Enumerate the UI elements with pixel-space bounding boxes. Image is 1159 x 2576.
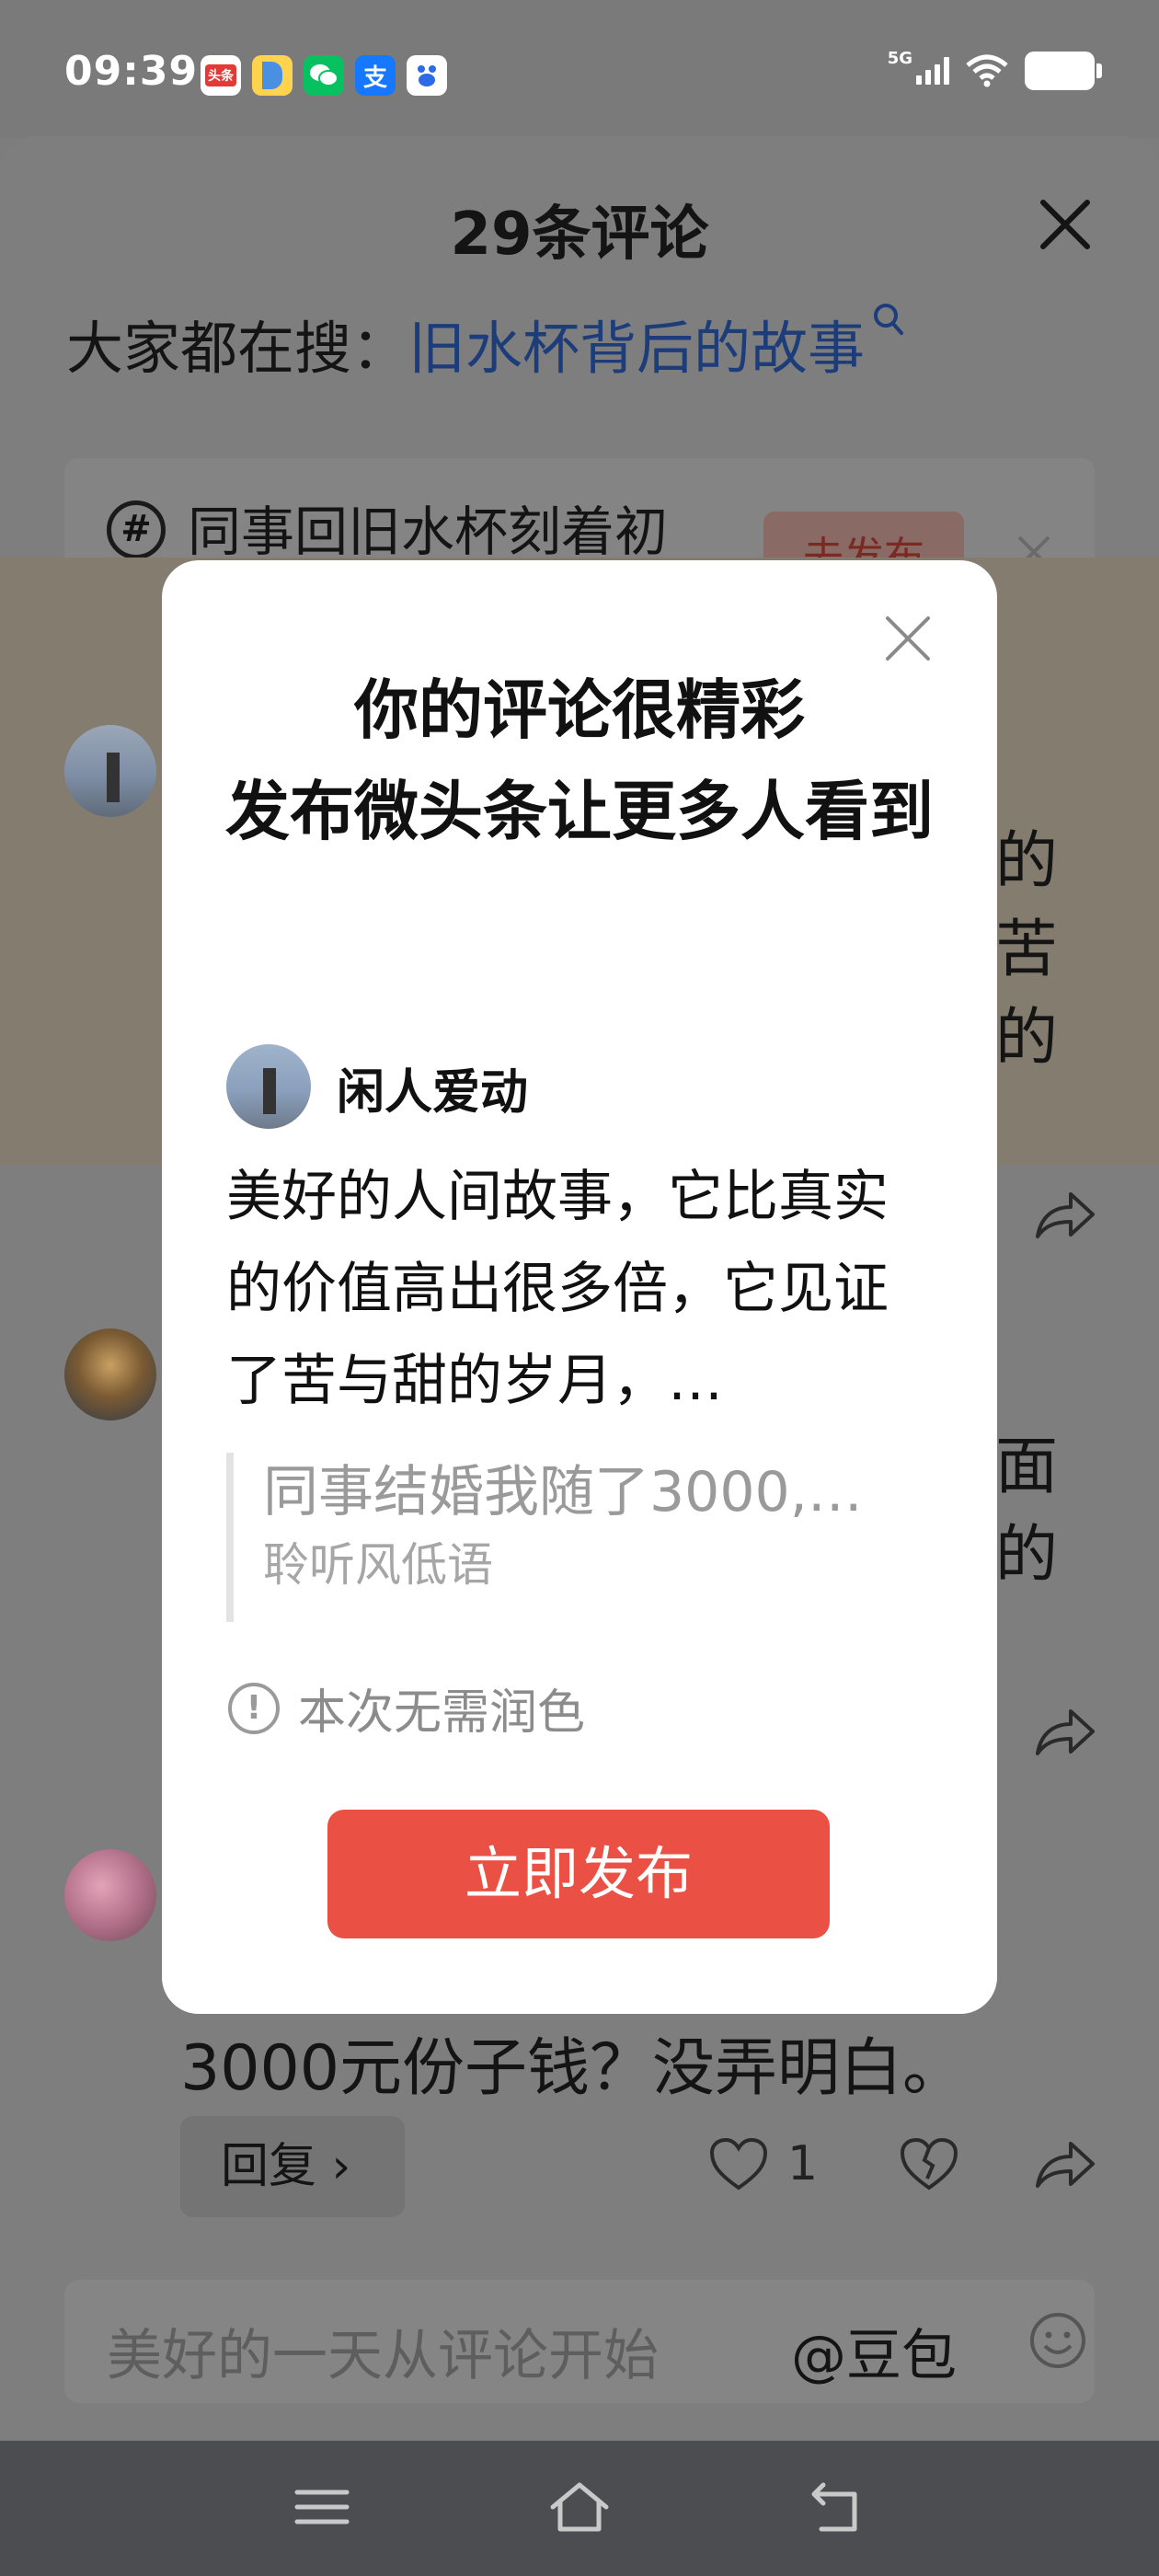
- toutiao-app-icon: 头条: [201, 55, 241, 96]
- like-count: 1: [787, 2136, 819, 2191]
- publish-now-button[interactable]: 立即发布: [327, 1810, 830, 1938]
- like-icon[interactable]: [708, 2136, 769, 2191]
- status-time: 09:39: [64, 48, 199, 95]
- alipay-app-icon: 支: [355, 55, 396, 96]
- share-icon[interactable]: [1032, 1704, 1096, 1759]
- quoted-article-author: 聆听风低语: [263, 1538, 493, 1592]
- publish-dialog: 你的评论很精彩 发布微头条让更多人看到 闲人爱动 美好的人间故事，它比真实的价值…: [162, 560, 997, 2014]
- comment-text-fragment: 苦: [995, 914, 1059, 986]
- dislike-icon[interactable]: [899, 2136, 959, 2191]
- comments-title: 29条评论: [450, 201, 709, 269]
- comment-text: 3000元份子钱？没弄明白。: [180, 2032, 966, 2105]
- wifi-icon: [966, 54, 1008, 87]
- dialog-title-line1: 你的评论很精彩: [354, 673, 805, 748]
- battery-icon: [1025, 52, 1102, 90]
- share-icon[interactable]: [1032, 2136, 1096, 2191]
- polish-notice-text: 本次无需润色: [298, 1685, 586, 1741]
- comment-input-bar[interactable]: 美好的一天从评论开始 @豆包: [64, 2280, 1095, 2403]
- close-icon[interactable]: [1038, 197, 1093, 252]
- avatar[interactable]: [64, 725, 156, 817]
- avatar[interactable]: [64, 1849, 156, 1941]
- comment-text-fragment: 的: [995, 825, 1059, 898]
- quoted-article-title: 同事结婚我随了3000,…: [263, 1460, 863, 1524]
- search-icon: [874, 304, 904, 335]
- comment-text-fragment: 的: [995, 1002, 1059, 1075]
- system-navigation-bar: [0, 2441, 1159, 2576]
- dialog-title-line2: 发布微头条让更多人看到: [225, 774, 934, 849]
- hot-search-label: 大家都在搜：: [66, 315, 409, 382]
- wechat-app-icon: [304, 55, 344, 96]
- polish-notice: ! 本次无需润色: [228, 1673, 585, 1742]
- baidu-app-icon: [407, 55, 447, 96]
- signal-bars-icon: [916, 57, 949, 85]
- hot-search-link[interactable]: 旧水杯背后的故事: [408, 315, 865, 382]
- hot-search-row[interactable]: 大家都在搜：旧水杯背后的故事: [66, 302, 907, 385]
- home-icon[interactable]: [547, 2479, 612, 2535]
- info-icon: !: [228, 1682, 280, 1734]
- mention-doubao-button[interactable]: @豆包: [791, 2311, 957, 2391]
- dialog-close-icon[interactable]: [883, 614, 933, 663]
- network-type-label: 5G: [887, 48, 912, 68]
- comment-text-fragment: 的: [995, 1519, 1059, 1592]
- status-bar: 09:39 头条 支 5G: [0, 0, 1159, 138]
- comment-preview: 美好的人间故事，它比真实的价值高出很多倍，它见证了苦与甜的岁月，…: [226, 1165, 889, 1413]
- comment-text-fragment: 面: [995, 1431, 1059, 1503]
- menu-icon[interactable]: [290, 2479, 354, 2535]
- comment-actions: 1: [708, 2136, 959, 2191]
- emoji-icon[interactable]: [1028, 2311, 1087, 2370]
- share-icon[interactable]: [1032, 1187, 1096, 1242]
- reply-button[interactable]: 回复 ›: [180, 2116, 405, 2217]
- avatar: [226, 1044, 311, 1129]
- username: 闲人爱动: [337, 1065, 529, 1121]
- avatar[interactable]: [64, 1328, 156, 1420]
- status-indicators: 5G: [887, 48, 1102, 90]
- comment-input[interactable]: 美好的一天从评论开始: [107, 2311, 659, 2391]
- phone-manager-app-icon: [252, 55, 293, 96]
- dialog-title: 你的评论很精彩 发布微头条让更多人看到: [217, 660, 942, 862]
- quoted-article: 同事结婚我随了3000,… 聆听风低语: [226, 1453, 925, 1622]
- back-icon[interactable]: [805, 2479, 869, 2535]
- notification-icons: 头条 支: [201, 55, 447, 96]
